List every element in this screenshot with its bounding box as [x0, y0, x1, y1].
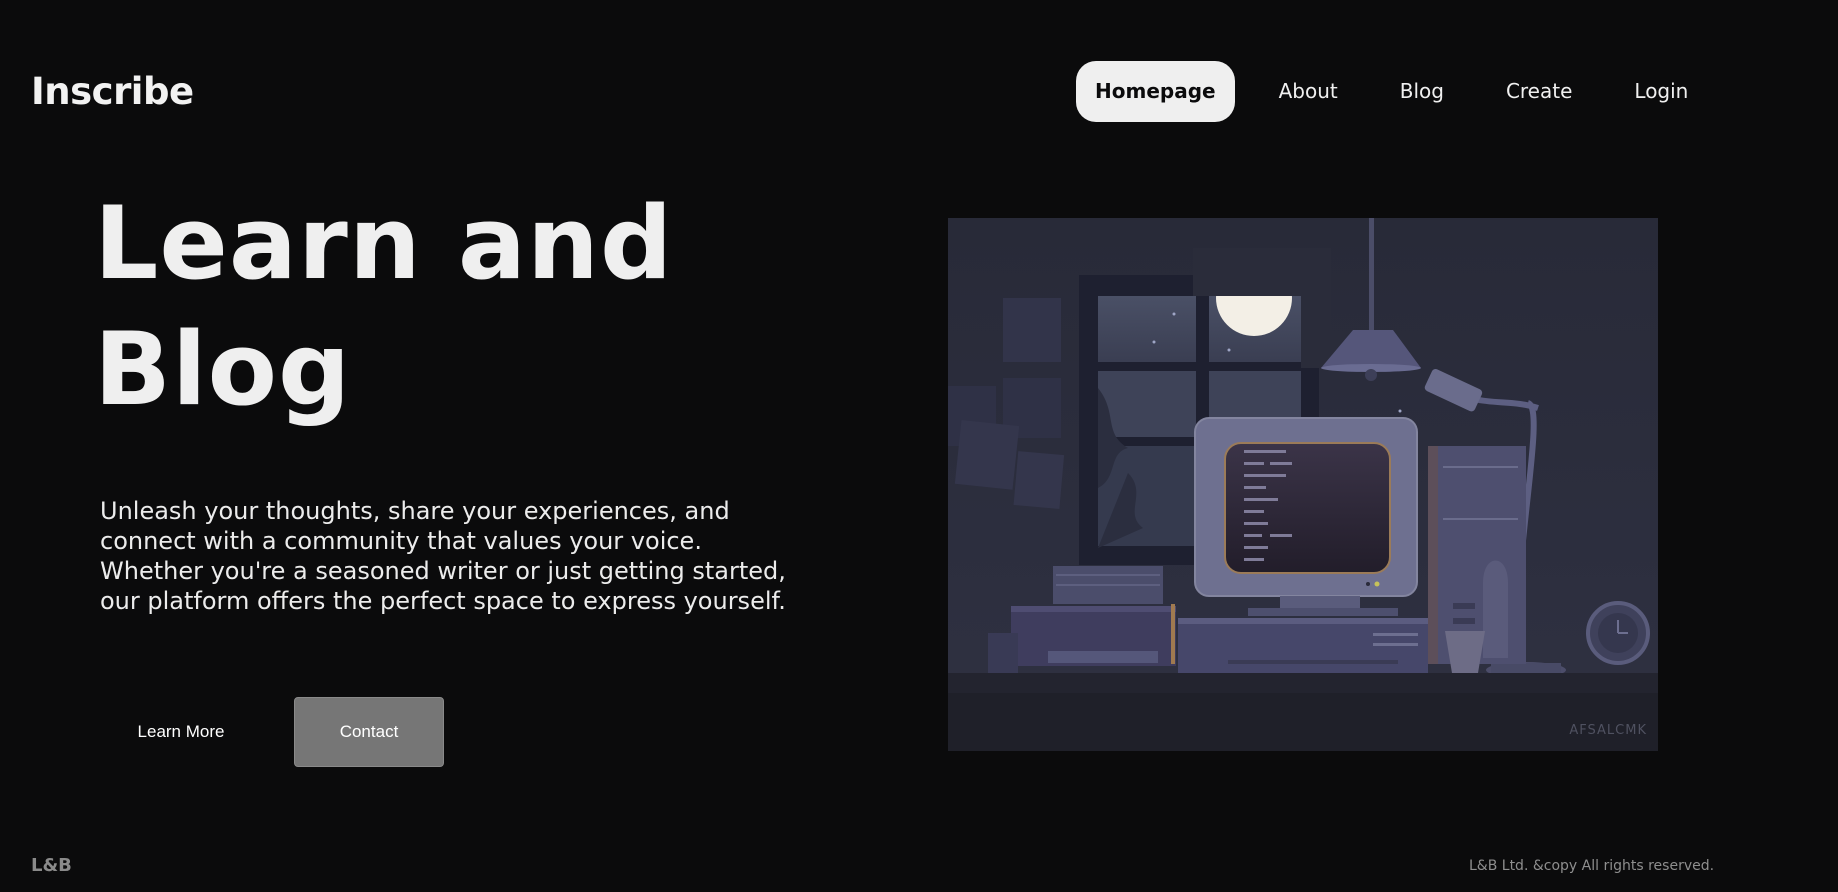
contact-button[interactable]: Contact	[294, 697, 444, 767]
hero-title-line1: Learn and	[94, 184, 674, 302]
page: Inscribe Homepage About Blog Create Logi…	[0, 0, 1838, 892]
nav-blog[interactable]: Blog	[1381, 61, 1463, 122]
nav-login[interactable]: Login	[1615, 61, 1707, 122]
nav-homepage[interactable]: Homepage	[1076, 61, 1235, 122]
footer-copyright: L&B Ltd. &copy All rights reserved.	[1469, 858, 1715, 874]
learn-more-button[interactable]: Learn More	[118, 697, 244, 766]
hero-title: Learn and Blog	[94, 180, 794, 432]
main-nav: Homepage About Blog Create Login	[1076, 61, 1731, 122]
nav-about[interactable]: About	[1260, 61, 1357, 122]
hero-description: Unleash your thoughts, share your experi…	[100, 497, 786, 615]
footer-logo[interactable]: L&B	[31, 855, 72, 876]
hero-illustration: AFSALCMK	[948, 218, 1658, 751]
illustration-watermark: AFSALCMK	[1569, 723, 1647, 738]
nav-create[interactable]: Create	[1487, 61, 1591, 122]
retro-computer-illustration	[948, 218, 1658, 751]
hero-title-line2: Blog	[94, 310, 352, 428]
site-logo[interactable]: Inscribe	[31, 70, 194, 113]
